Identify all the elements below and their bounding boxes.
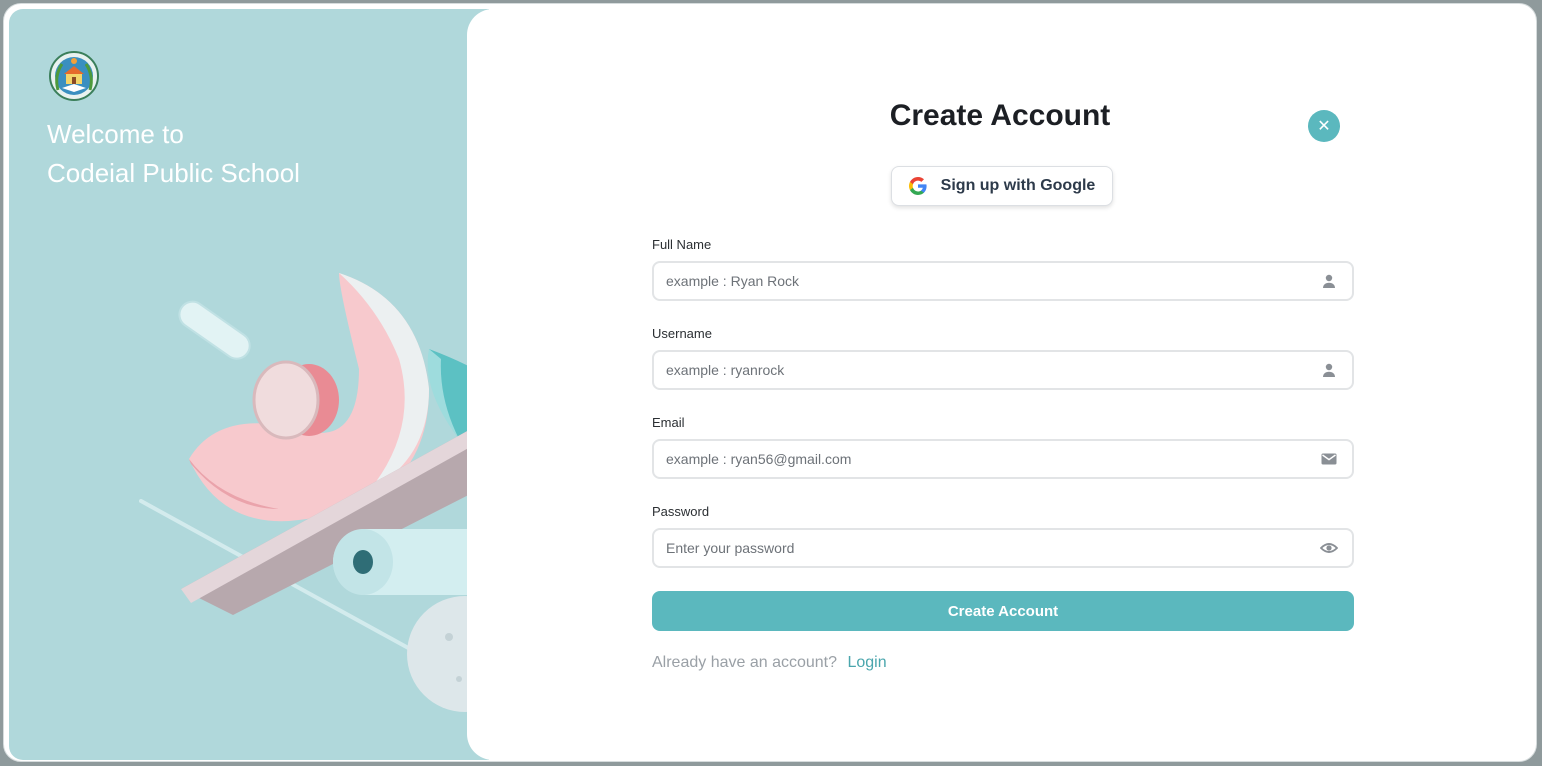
create-account-button[interactable]: Create Account — [652, 591, 1354, 631]
signup-form: Full Name Username Email — [652, 237, 1354, 593]
school-logo — [49, 51, 99, 101]
signup-form-panel: Create Account ✕ Sign up with Google Ful… — [467, 9, 1533, 760]
google-signup-button[interactable]: Sign up with Google — [891, 166, 1113, 206]
user-icon — [1323, 274, 1335, 288]
google-icon — [908, 177, 927, 195]
email-input[interactable] — [654, 441, 1308, 477]
full-name-input[interactable] — [654, 263, 1308, 299]
page-title: Create Account — [889, 99, 1111, 132]
login-prompt-text: Already have an account? — [652, 654, 838, 671]
school-name: Codeial Public School — [47, 158, 300, 188]
login-prompt-row: Already have an account? Login — [652, 654, 887, 672]
welcome-heading: Welcome to Codeial Public School — [47, 115, 300, 193]
google-button-label: Sign up with Google — [940, 177, 1096, 194]
email-label: Email — [652, 415, 685, 430]
password-field-wrapper — [652, 528, 1354, 568]
user-icon — [1323, 363, 1335, 377]
close-button[interactable]: ✕ — [1308, 110, 1340, 142]
eye-icon[interactable] — [1320, 540, 1338, 556]
welcome-line-1: Welcome to — [47, 119, 184, 149]
signup-modal: Welcome to Codeial Public School Create … — [3, 3, 1537, 762]
password-label: Password — [652, 504, 710, 519]
username-input[interactable] — [654, 352, 1308, 388]
mail-icon — [1321, 453, 1337, 465]
login-link[interactable]: Login — [847, 654, 886, 671]
email-field-wrapper — [652, 439, 1354, 479]
username-field-wrapper — [652, 350, 1354, 390]
create-account-label: Create Account — [947, 602, 1059, 620]
welcome-panel: Welcome to Codeial Public School — [9, 9, 543, 760]
username-label: Username — [652, 326, 712, 341]
full-name-field-wrapper — [652, 261, 1354, 301]
close-icon: ✕ — [1317, 118, 1331, 135]
password-input[interactable] — [654, 530, 1308, 566]
full-name-label: Full Name — [652, 237, 712, 252]
